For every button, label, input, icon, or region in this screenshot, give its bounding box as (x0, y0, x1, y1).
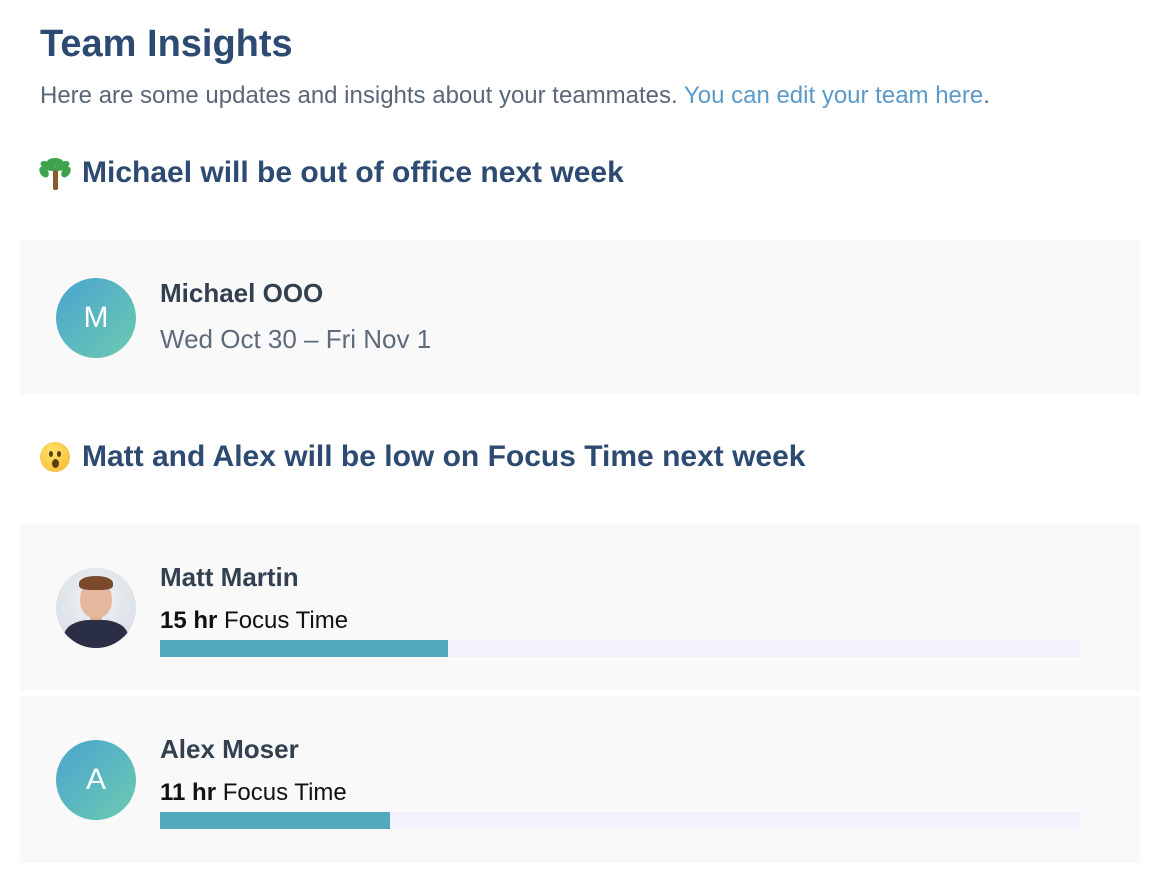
focus-progress-fill (160, 812, 390, 829)
surprised-face-icon (38, 440, 72, 474)
subtitle-period: . (983, 82, 990, 109)
avatar: M (56, 278, 136, 358)
ooo-person-name: Michael OOO (160, 278, 324, 308)
focus-progress-bar (160, 640, 1080, 657)
focus-label: Focus Time (217, 607, 349, 634)
avatar: A (56, 740, 136, 820)
avatar-letter: M (83, 301, 109, 334)
person-name: Matt Martin (160, 562, 299, 592)
focus-hours: 15 hr (160, 607, 218, 634)
focus-section-heading: Matt and Alex will be low on Focus Time … (38, 437, 806, 477)
ooo-heading-text: Michael will be out of office next week (82, 156, 624, 189)
page-subtitle: Here are some updates and insights about… (40, 80, 990, 112)
ooo-dates: Wed Oct 30 – Fri Nov 1 (160, 324, 432, 354)
focus-time-text: 11 hr Focus Time (160, 778, 347, 808)
avatar-letter: A (85, 763, 106, 796)
ooo-section-heading: Michael will be out of office next week (37, 153, 624, 193)
avatar (56, 568, 136, 648)
edit-team-link[interactable]: You can edit your team here (684, 82, 983, 109)
palm-tree-icon (37, 156, 73, 190)
person-name: Alex Moser (160, 734, 299, 764)
focus-card-alex: A Alex Moser 11 hr Focus Time (20, 696, 1140, 863)
focus-hours: 11 hr (160, 779, 217, 806)
subtitle-text: Here are some updates and insights about… (40, 82, 684, 109)
focus-time-text: 15 hr Focus Time (160, 606, 348, 636)
focus-card-matt: Matt Martin 15 hr Focus Time (20, 524, 1140, 691)
team-insights-page: Team Insights Here are some updates and … (0, 0, 1174, 888)
focus-heading-text: Matt and Alex will be low on Focus Time … (82, 440, 806, 473)
ooo-card: M Michael OOO Wed Oct 30 – Fri Nov 1 (20, 240, 1140, 395)
focus-progress-fill (160, 640, 448, 657)
focus-progress-bar (160, 812, 1080, 829)
focus-label: Focus Time (216, 779, 347, 806)
page-title: Team Insights (40, 23, 293, 65)
